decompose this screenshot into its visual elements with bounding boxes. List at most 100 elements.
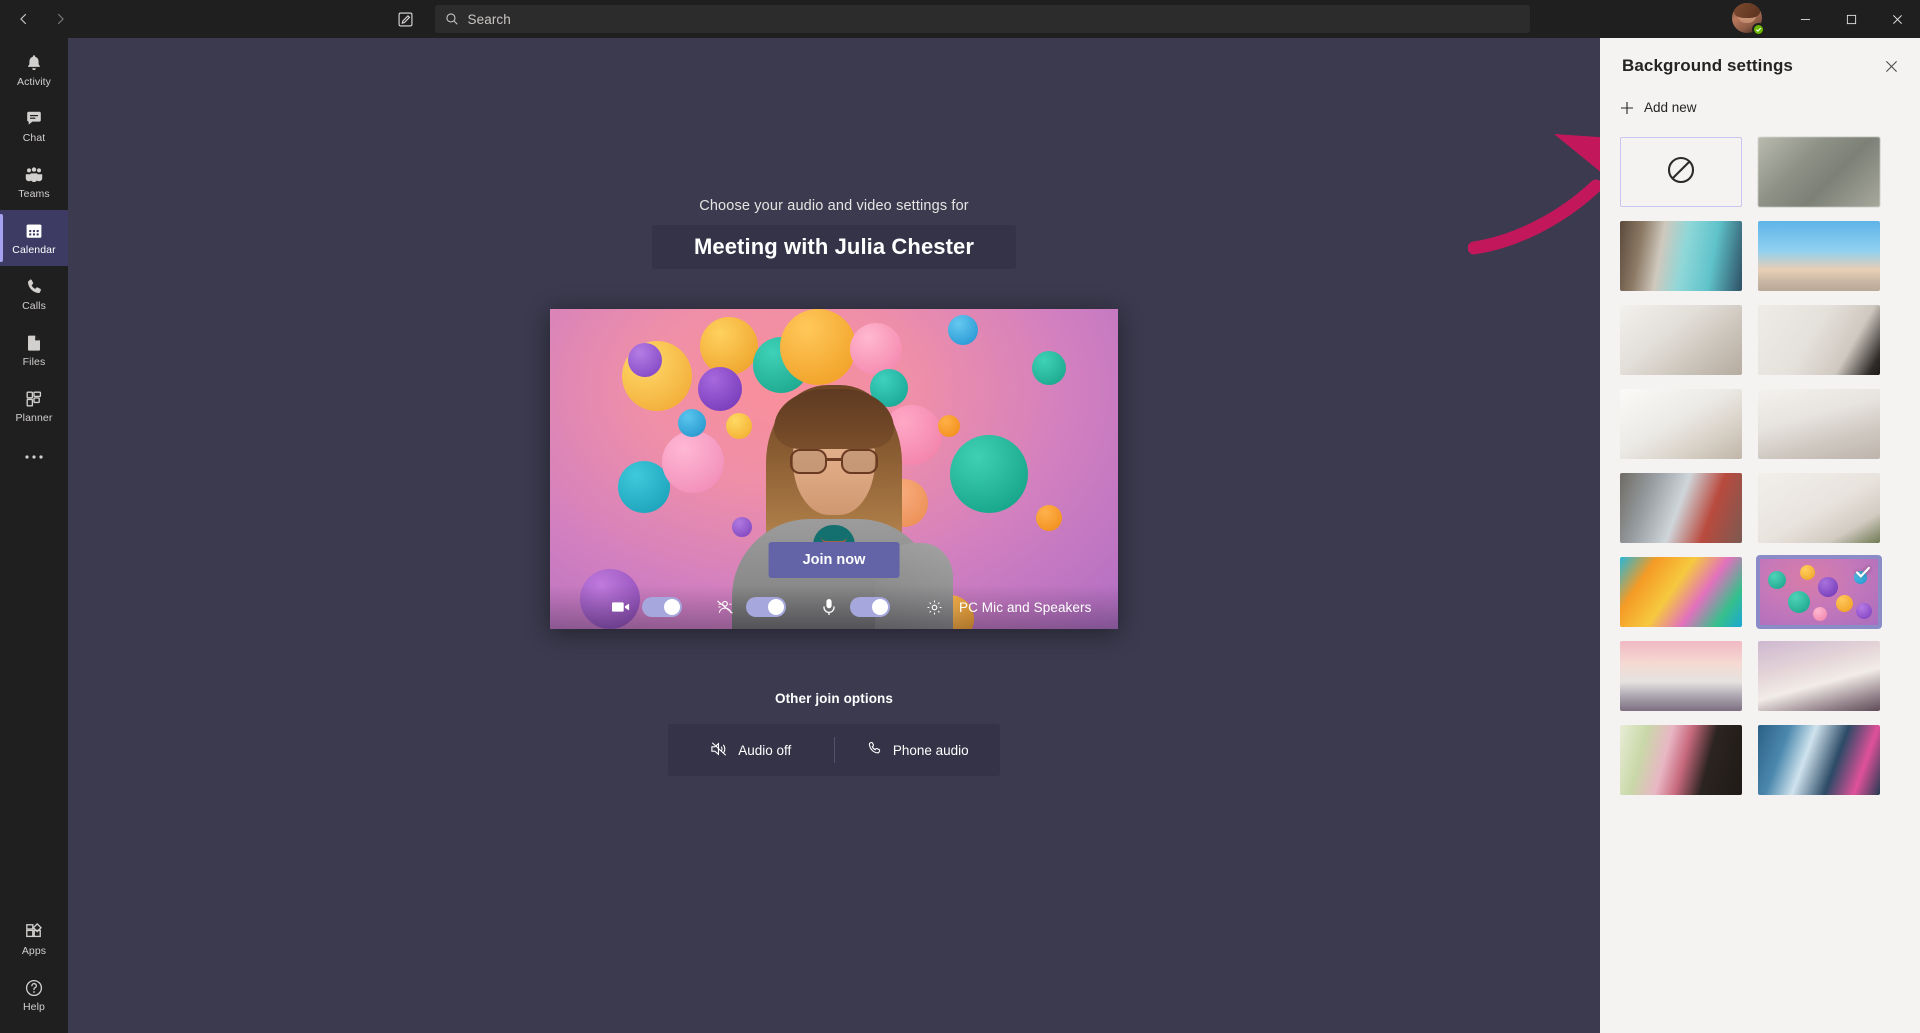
left-rail: Activity Chat Teams Calendar Calls Files… — [0, 38, 68, 1033]
decorative-sphere — [1818, 577, 1838, 597]
background-option-office-lockers[interactable] — [1620, 221, 1742, 291]
sidebar-item-help[interactable]: Help — [0, 967, 68, 1023]
background-option-colorful-balloons[interactable] — [1620, 557, 1742, 627]
toggle-knob — [872, 599, 888, 615]
add-new-button[interactable]: Add new — [1600, 94, 1719, 125]
maximize-button[interactable] — [1828, 0, 1874, 38]
decorative-sphere — [678, 409, 706, 437]
avatar[interactable] — [1732, 3, 1765, 36]
planner-icon — [24, 388, 44, 410]
window-controls — [1732, 0, 1920, 38]
sidebar-item-apps[interactable]: Apps — [0, 911, 68, 967]
bell-icon — [24, 52, 44, 74]
background-option-none[interactable] — [1620, 137, 1742, 207]
other-join-options-title: Other join options — [774, 691, 894, 706]
decorative-sphere — [948, 315, 978, 345]
camera-toggle[interactable] — [642, 597, 682, 617]
prejoin-screen: Choose your audio and video settings for… — [68, 38, 1600, 1033]
app-body: Activity Chat Teams Calendar Calls Files… — [0, 38, 1920, 1033]
sidebar-item-label: Activity — [16, 76, 52, 88]
microphone-toggle[interactable] — [850, 597, 890, 617]
add-new-label: Add new — [1644, 100, 1697, 115]
rail-bottom-group: Apps Help — [0, 911, 68, 1033]
title-bar: Search — [0, 0, 1920, 38]
background-option-open-office[interactable] — [1620, 473, 1742, 543]
background-option-suspension-bridge[interactable] — [1620, 641, 1742, 711]
prejoin-subtitle: Choose your audio and video settings for — [699, 198, 969, 214]
background-option-white-hallway[interactable] — [1620, 305, 1742, 375]
back-button[interactable] — [8, 4, 40, 34]
speaker-off-icon — [710, 741, 728, 760]
nav-arrows — [8, 4, 76, 34]
files-icon — [24, 332, 44, 354]
forward-button[interactable] — [44, 4, 76, 34]
background-option-plain-wall-plants[interactable] — [1758, 473, 1880, 543]
sidebar-item-calendar[interactable]: Calendar — [0, 210, 68, 266]
minimize-button[interactable] — [1782, 0, 1828, 38]
title-bar-center: Search — [0, 5, 1920, 33]
sidebar-item-label: Calendar — [12, 244, 56, 256]
teams-window: Search Activity Chat Teams Calendar Call… — [0, 0, 1920, 1033]
audio-off-label: Audio off — [738, 742, 792, 758]
close-icon[interactable] — [1876, 51, 1906, 81]
audio-device-label: PC Mic and Speakers — [959, 599, 1092, 615]
search-input[interactable]: Search — [434, 5, 1530, 33]
search-icon — [445, 12, 459, 26]
sidebar-item-label: Planner — [15, 412, 53, 424]
more-apps-icon[interactable] — [0, 434, 68, 480]
teams-icon — [24, 164, 44, 186]
gear-icon[interactable] — [926, 599, 943, 616]
sidebar-item-chat[interactable]: Chat — [0, 98, 68, 154]
background-effects-toggle[interactable] — [746, 597, 786, 617]
camera-icon[interactable] — [610, 600, 632, 614]
glasses-lens-right — [841, 449, 878, 474]
background-option-white-room-mirror[interactable] — [1758, 305, 1880, 375]
prejoin-content: Choose your audio and video settings for… — [68, 38, 1600, 776]
microphone-icon[interactable] — [818, 598, 840, 616]
sidebar-item-calls[interactable]: Calls — [0, 266, 68, 322]
join-now-button[interactable]: Join now — [768, 542, 900, 578]
new-chat-icon[interactable] — [391, 5, 421, 33]
background-option-desert-sky[interactable] — [1758, 221, 1880, 291]
close-button[interactable] — [1874, 0, 1920, 38]
glasses-lens-left — [790, 449, 827, 474]
search-placeholder: Search — [467, 11, 511, 27]
background-option-blur[interactable] — [1758, 137, 1880, 207]
page-title: Meeting with Julia Chester — [651, 225, 1017, 269]
glasses-bridge — [827, 458, 841, 461]
background-thumbnail-grid[interactable] — [1600, 125, 1920, 1033]
panel-title: Background settings — [1622, 56, 1793, 75]
apps-icon — [24, 921, 44, 943]
sidebar-item-files[interactable]: Files — [0, 322, 68, 378]
background-option-white-gallery[interactable] — [1758, 389, 1880, 459]
sidebar-item-teams[interactable]: Teams — [0, 154, 68, 210]
camera-control — [610, 597, 682, 617]
background-option-spaceship-interior[interactable] — [1758, 725, 1880, 795]
sidebar-item-planner[interactable]: Planner — [0, 378, 68, 434]
background-effects-icon[interactable] — [714, 599, 736, 615]
sidebar-item-activity[interactable]: Activity — [0, 42, 68, 98]
decorative-sphere — [1813, 607, 1827, 621]
background-option-floating-spheres[interactable] — [1756, 555, 1882, 629]
background-option-stone-arch[interactable] — [1758, 641, 1880, 711]
audio-off-option[interactable]: Audio off — [668, 724, 834, 776]
phone-audio-label: Phone audio — [892, 742, 969, 758]
decorative-sphere — [1768, 571, 1786, 589]
plus-icon — [1620, 101, 1634, 115]
calendar-icon — [24, 220, 44, 242]
panel-header: Background settings — [1600, 38, 1920, 94]
phone-audio-option[interactable]: Phone audio — [835, 724, 1001, 776]
sidebar-item-label: Help — [23, 1001, 45, 1013]
background-option-bright-loft[interactable] — [1620, 389, 1742, 459]
person-glasses — [790, 449, 878, 475]
toggle-knob — [768, 599, 784, 615]
background-settings-panel: Background settings Add new — [1600, 38, 1920, 1033]
no-background-icon — [1665, 154, 1697, 191]
other-join-options: Audio off Phone audio — [668, 724, 1000, 776]
sidebar-item-label: Chat — [22, 132, 46, 144]
background-option-cozy-room[interactable] — [1620, 725, 1742, 795]
decorative-sphere — [1788, 591, 1810, 613]
microphone-control — [818, 597, 890, 617]
selected-check-icon — [1854, 563, 1872, 586]
decorative-sphere — [1800, 565, 1815, 580]
